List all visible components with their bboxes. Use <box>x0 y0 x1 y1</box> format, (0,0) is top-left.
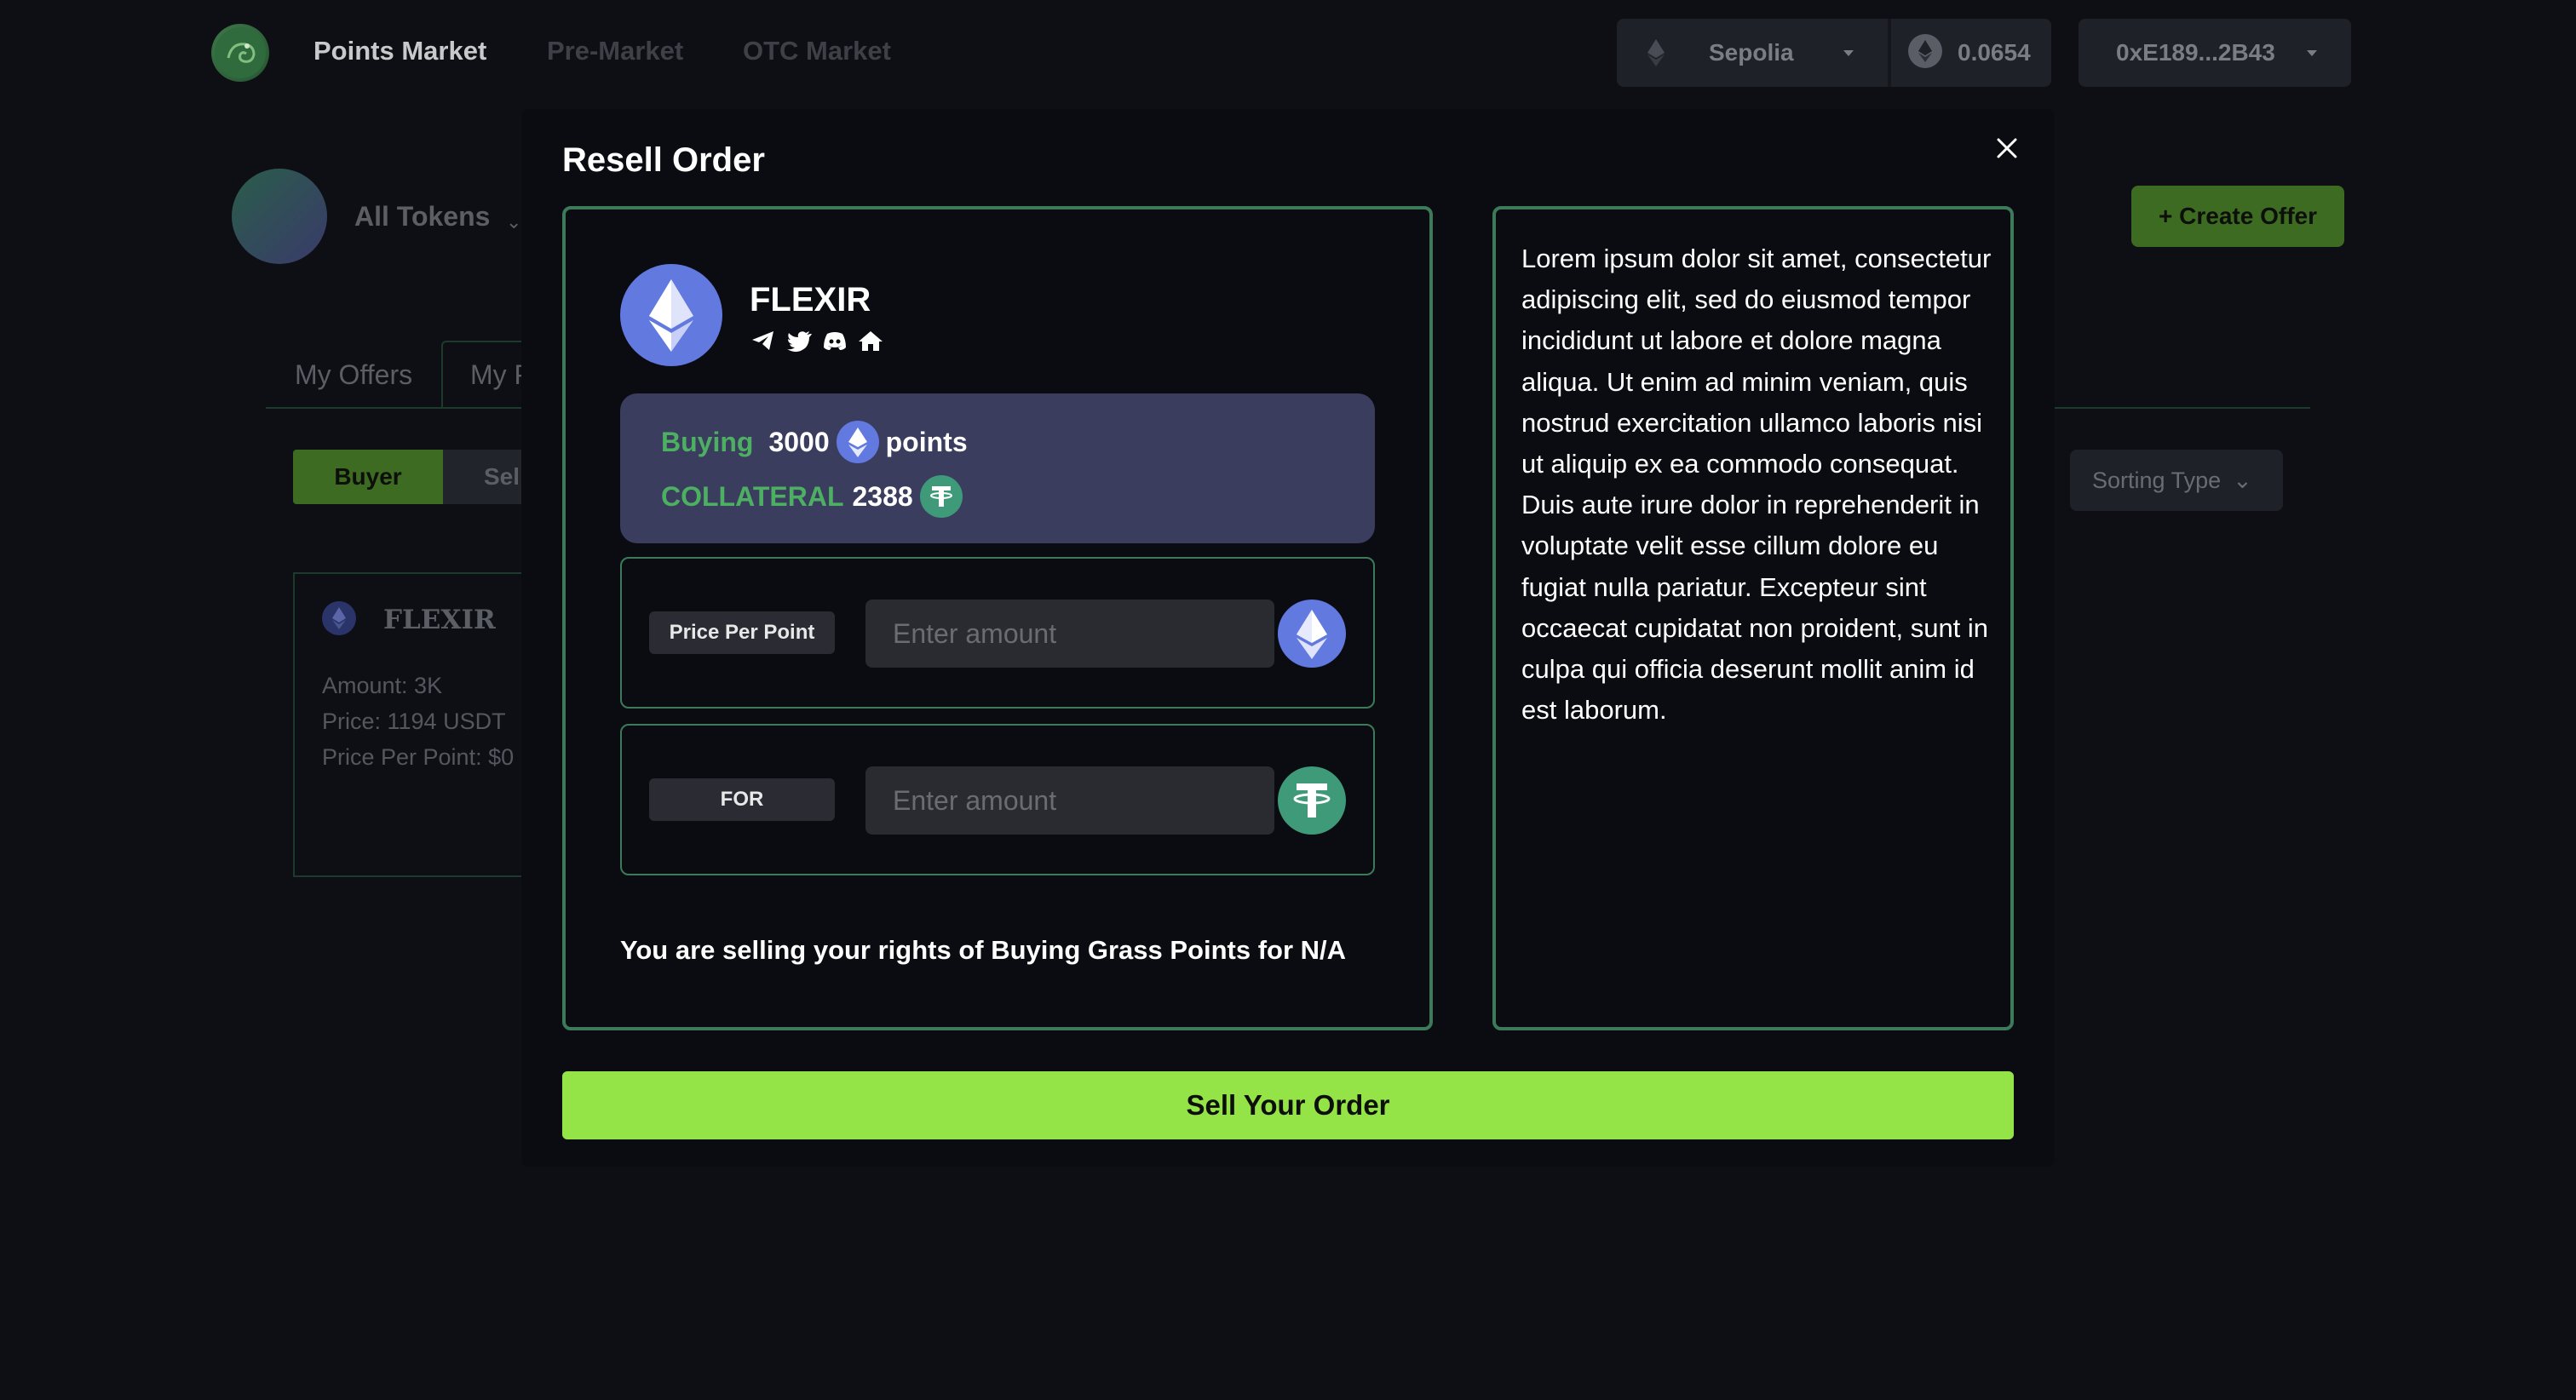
offer-price-per-point: Price Per Point: $0 <box>322 744 515 770</box>
collateral-label: COLLATERAL <box>661 480 844 512</box>
order-summary: Buying 3000 points COLLATERAL 2388 <box>620 393 1375 543</box>
ethereum-icon <box>322 601 356 635</box>
chameleon-logo-icon[interactable] <box>211 24 269 82</box>
sell-your-order-button[interactable]: Sell Your Order <box>562 1071 2014 1139</box>
nav-pre-market[interactable]: Pre-Market <box>547 36 683 66</box>
selling-notice: You are selling your rights of Buying Gr… <box>620 935 1347 965</box>
buying-row: Buying 3000 points <box>661 421 968 463</box>
token-filter-dropdown[interactable]: All Tokens <box>354 201 490 232</box>
tab-my-offers[interactable]: My Offers <box>295 341 412 409</box>
price-per-point-input[interactable] <box>865 600 1274 668</box>
offer-token-name: FLEXIR <box>383 605 496 635</box>
token-avatar <box>232 169 327 264</box>
buyer-toggle[interactable]: Buyer <box>293 450 443 504</box>
discord-icon[interactable] <box>821 327 848 354</box>
offer-amount: Amount: 3K <box>322 673 443 698</box>
sorting-label: Sorting Type <box>2092 467 2222 493</box>
collateral-amount: 2388 <box>852 480 913 512</box>
wallet-balance: 0.0654 <box>1958 39 2031 66</box>
buying-amount: 3000 <box>768 426 830 457</box>
telegram-icon[interactable] <box>750 327 777 354</box>
usdt-icon <box>919 475 963 518</box>
points-label: points <box>885 426 968 457</box>
nav-otc-market[interactable]: OTC Market <box>743 36 891 66</box>
close-button[interactable] <box>1990 131 2024 165</box>
token-description: Lorem ipsum dolor sit amet, consectetur … <box>1521 244 1992 726</box>
ethereum-balance-icon <box>1908 34 1942 68</box>
ethereum-token-icon <box>620 264 722 366</box>
for-amount-input[interactable] <box>865 766 1274 835</box>
close-icon <box>1997 138 2017 158</box>
ethereum-icon <box>1639 36 1673 70</box>
chevron-down-icon: ⌄ <box>2233 467 2252 493</box>
sorting-type-dropdown[interactable]: Sorting Type ⌄ <box>2070 450 2283 511</box>
buying-label: Buying <box>661 426 754 457</box>
wallet-address: 0xE189...2B43 <box>2116 39 2275 66</box>
chevron-down-icon <box>1843 50 1854 56</box>
ethereum-icon <box>836 421 879 463</box>
token-name: FLEXIR <box>750 281 871 318</box>
nav-points-market[interactable]: Points Market <box>313 36 486 66</box>
collateral-row: COLLATERAL 2388 <box>661 475 963 518</box>
usdt-icon <box>1278 766 1346 835</box>
twitter-icon[interactable] <box>785 327 813 354</box>
chevron-down-icon <box>2307 50 2317 56</box>
price-per-point-group: Price Per Point <box>620 557 1375 709</box>
chevron-down-icon: ⌄ <box>506 211 522 232</box>
price-per-point-label: Price Per Point <box>649 611 835 654</box>
divider <box>1888 19 1891 87</box>
social-links <box>750 327 884 354</box>
ethereum-icon <box>1278 600 1346 668</box>
offer-price: Price: 1194 USDT <box>322 709 506 734</box>
for-amount-group: FOR <box>620 724 1375 875</box>
modal-title: Resell Order <box>562 141 765 179</box>
network-name: Sepolia <box>1709 39 1794 66</box>
create-offer-button[interactable]: + Create Offer <box>2131 186 2344 247</box>
home-icon[interactable] <box>857 327 884 354</box>
for-label: FOR <box>649 778 835 821</box>
